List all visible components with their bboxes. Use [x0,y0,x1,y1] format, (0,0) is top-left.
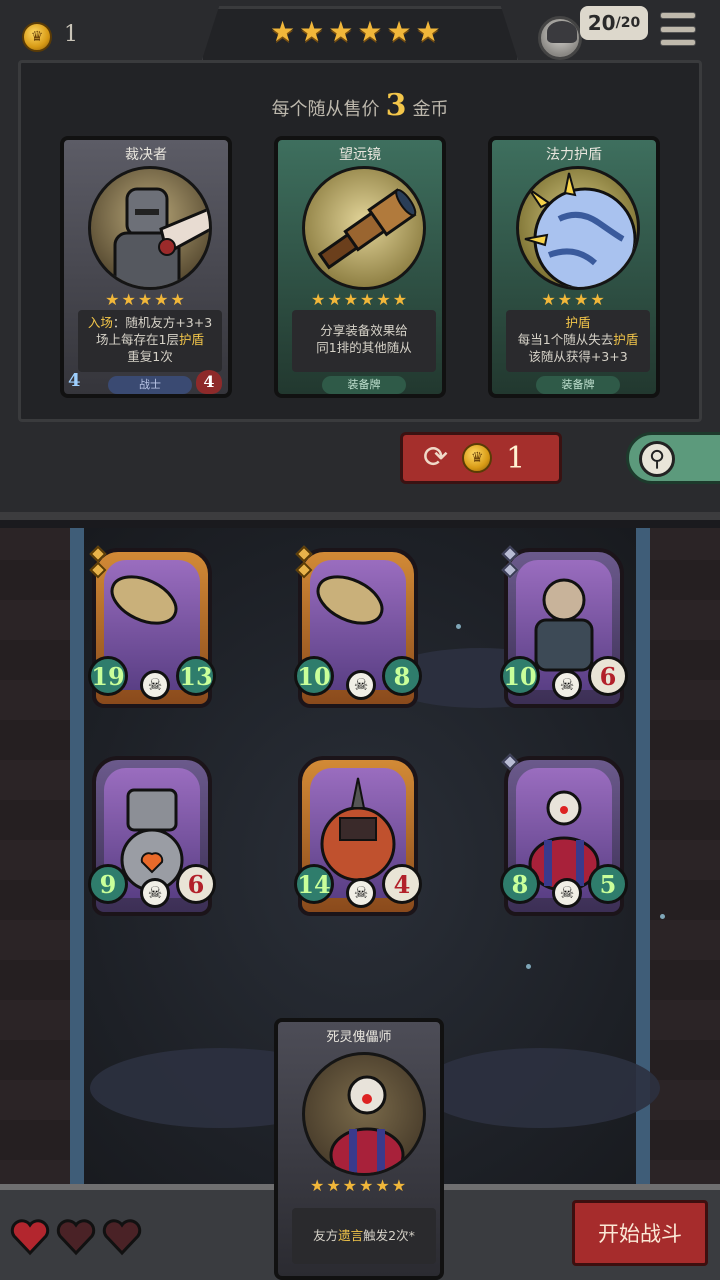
minion-clockwork-robot[interactable]: 9 ☠ 6 [88,756,216,916]
minion-attack: 10 [500,656,540,696]
health-current: 20 [587,11,616,35]
card-type-tag: 战士 [108,376,192,394]
lives-display [10,1218,142,1256]
sell-price-info: 每个随从售价 3 金币 [0,88,720,123]
minion-attack: 14 [294,864,334,904]
attack-value: 4 [68,370,81,391]
player-avatar[interactable] [538,16,582,60]
gold-count: 1 [64,22,78,47]
minion-health: 13 [176,656,216,696]
heart-icon [56,1218,96,1256]
shield-orb-portrait [516,166,640,290]
start-battle-button[interactable]: 开始战斗 [572,1200,708,1266]
shop-card-telescope[interactable]: 望远镜 ★★★★★★ 分享装备效果给 同1排的其他随从 装备牌 [274,136,446,398]
card-stars: ★★★★★★ [310,290,410,309]
star-icon: ★ [299,15,325,48]
star-icon: ★ [270,15,296,48]
skull-icon: ☠ [552,878,582,908]
card-description: 入场：随机友方+3+3 场上每存在1层护盾 重复1次 [78,310,222,372]
minion-attack: 19 [88,656,128,696]
minion-health: 6 [588,656,628,696]
refresh-icon: ⟳ [423,440,449,475]
skull-icon: ☠ [140,878,170,908]
card-description: 分享装备效果给 同1排的其他随从 [292,310,436,372]
minion-health: 5 [588,864,628,904]
minion-spiked-golem[interactable]: 14 ☠ 4 [294,756,422,916]
minion-health: 4 [382,864,422,904]
card-stars: ★★★★★ [105,290,187,309]
card-title: 法力护盾 [546,147,602,163]
selected-hand-card[interactable]: 死灵傀儡师 ★★★★★★ 友方遗言触发2次* [274,1018,444,1280]
puppeteer-portrait [302,1052,426,1176]
card-title: 望远镜 [339,147,381,163]
price-prefix: 每个随从售价 [271,99,380,120]
left-wall [0,528,80,1280]
knight-portrait [88,166,212,290]
shop-panel: ★ ★ ★ ★ ★ ★ ♛ 1 20/20 每个随从售价 3 金币 裁决者 ★★★★… [0,0,720,520]
card-stars: ★★★★★★ [309,1176,409,1195]
price-value: 3 [385,88,407,123]
magnifier-icon: ⚲ [639,441,675,477]
skull-icon: ☠ [140,670,170,700]
heart-icon [10,1218,50,1256]
refresh-cost: 1 [506,440,526,476]
crown-coin-icon: ♛ [22,22,52,52]
hamburger-menu-icon[interactable] [660,12,696,46]
minion-health: 8 [382,656,422,696]
crown-coin-icon: ♛ [462,443,493,473]
card-title: 死灵傀儡师 [326,1030,392,1045]
left-pillar [70,528,84,1188]
tavern-stars: ★ ★ ★ ★ ★ ★ [270,18,441,46]
shop-card-mana-shield[interactable]: 法力护盾 ★★★★ 护盾 每当1个随从失去护盾 该随从获得+3+3 装备牌 [488,136,660,398]
minion-clown[interactable]: 8 ☠ 5 [500,753,628,916]
star-icon: ★ [357,15,383,48]
search-button[interactable]: ⚲ [626,432,720,484]
health-value: 4 [196,370,222,394]
skull-icon: ☠ [346,670,376,700]
star-icon: ★ [386,15,412,48]
minion-attack: 8 [500,864,540,904]
minion-health: 6 [176,864,216,904]
refresh-shop-button[interactable]: ⟳ ♛ 1 [400,432,562,484]
card-title: 裁决者 [125,147,167,163]
card-description: 友方遗言触发2次* [292,1208,436,1264]
skull-icon: ☠ [552,670,582,700]
minion-brute[interactable]: 10 ☠ 6 [500,545,628,708]
price-suffix: 金币 [412,99,449,120]
card-type-tag: 装备牌 [322,376,406,394]
minion-airship-1[interactable]: 19 ☠ 13 [88,545,216,708]
card-type-tag: 装备牌 [536,376,620,394]
star-icon: ★ [415,15,441,48]
health-max: /20 [615,15,641,31]
shop-card-judicator[interactable]: 裁决者 ★★★★★ 入场：随机友方+3+3 场上每存在1层护盾 重复1次 4 战… [60,136,232,398]
card-stars: ★★★★ [541,290,607,309]
heart-icon [102,1218,142,1256]
health-bubble: 20/20 [580,6,648,40]
minion-airship-2[interactable]: 10 ☠ 8 [294,545,422,708]
star-icon: ★ [328,15,354,48]
minion-attack: 9 [88,864,128,904]
right-wall [640,528,720,1280]
minion-attack: 10 [294,656,334,696]
background-cloud [420,1048,660,1128]
card-description: 护盾 每当1个随从失去护盾 该随从获得+3+3 [506,310,650,372]
telescope-portrait [302,166,426,290]
skull-icon: ☠ [346,878,376,908]
